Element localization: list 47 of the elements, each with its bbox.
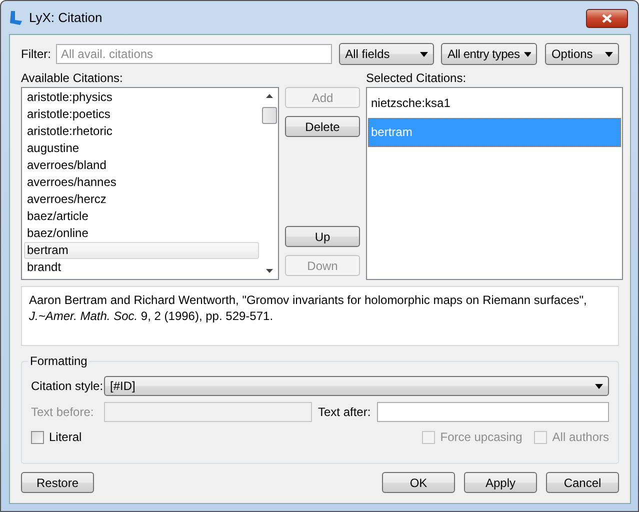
- filter-field[interactable]: All avail. citations: [56, 44, 332, 64]
- list-item[interactable]: averroes/bland: [24, 157, 259, 174]
- group-title: Formatting: [29, 354, 88, 368]
- scroll-up-icon: [266, 94, 273, 98]
- dropdown[interactable]: All entry types: [441, 43, 538, 65]
- list-item[interactable]: averroes/hercz: [24, 191, 259, 208]
- window-title: LyX: Citation: [29, 10, 102, 25]
- close-button[interactable]: [586, 9, 628, 28]
- list-item[interactable]: augustine: [24, 140, 259, 157]
- list-item[interactable]: baez/article: [24, 208, 259, 225]
- filter-label: Filter:: [21, 47, 51, 61]
- options-button[interactable]: Options: [545, 43, 619, 65]
- close-icon: [602, 14, 612, 23]
- list-item[interactable]: aristotle:poetics: [24, 106, 259, 123]
- text-after-label: Text after:: [318, 405, 371, 419]
- dropdown[interactable]: All fields: [339, 43, 434, 65]
- dialog-button[interactable]: OK: [382, 472, 455, 493]
- citation-info: Aaron Bertram and Richard Wentworth, "Gromov invariants for holomorphic maps on Riemann surfaces", J.~Amer. Math. Soc. 9, 2 (1996), pp. 529-571.: [21, 286, 619, 346]
- selected-label: Selected Citations:: [366, 70, 468, 87]
- text-after-field[interactable]: [376, 402, 609, 422]
- list-item[interactable]: bertram: [24, 242, 259, 259]
- caret-icon: [420, 52, 428, 56]
- dialog-button[interactable]: Restore: [21, 472, 94, 493]
- citation-style-label: Citation style:: [31, 379, 104, 393]
- caret-icon: [605, 52, 613, 56]
- text-before-label: Text before:: [31, 405, 95, 419]
- dialog-button[interactable]: Cancel: [546, 472, 619, 493]
- checkbox-label: All authors: [552, 430, 609, 444]
- list-item[interactable]: brandt: [24, 259, 259, 276]
- caret-icon: [524, 52, 532, 56]
- scroll-down-icon: [266, 269, 273, 273]
- list-item[interactable]: nietzsche:ksa1: [368, 89, 621, 118]
- checkbox[interactable]: [31, 430, 44, 444]
- caret-icon: [595, 384, 603, 388]
- scroll-thumb[interactable]: [262, 107, 277, 124]
- available-label: Available Citations:: [21, 70, 124, 87]
- list-item[interactable]: aristotle:physics: [24, 89, 259, 106]
- list-button[interactable]: Up: [285, 226, 360, 247]
- list-button[interactable]: Delete: [285, 116, 360, 137]
- list-item[interactable]: averroes/hannes: [24, 174, 259, 191]
- checkbox-label: Literal: [49, 430, 82, 444]
- checkbox-label: Force upcasing: [440, 430, 522, 444]
- citation-style-dropdown[interactable]: [#ID]: [104, 376, 609, 396]
- logo-icon: [9, 10, 23, 26]
- dialog-button[interactable]: Apply: [464, 472, 537, 493]
- list-item[interactable]: aristotle:rhetoric: [24, 123, 259, 140]
- list-item[interactable]: baez/online: [24, 225, 259, 242]
